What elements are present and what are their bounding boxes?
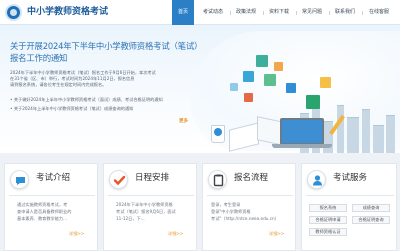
chat-bubble-icon	[10, 170, 29, 189]
nav-exam-news[interactable]: 考试动态	[200, 0, 226, 25]
site-title: 中小学教师资格考试	[27, 7, 109, 17]
cube-icon	[274, 62, 283, 71]
nav-policies[interactable]: 政策法规	[233, 0, 259, 25]
news-link[interactable]: • 关于2024年上半年中小学教师资格考试（笔试）成绩查询的通知	[10, 106, 133, 112]
logo-icon	[5, 4, 22, 21]
cube-icon	[320, 77, 331, 88]
card-more-link[interactable]: 详细>>	[69, 231, 84, 237]
card-text: 通过实施教师资格考试，考	[17, 202, 68, 207]
nav-online-service[interactable]: 在线客服	[365, 0, 393, 25]
card-text: 查申请人是否具备教师职业的	[17, 209, 72, 214]
cube-icon	[243, 71, 254, 82]
cube-icon	[230, 83, 238, 91]
building-shape	[386, 115, 395, 153]
cube-icon	[264, 74, 276, 86]
card-divider	[108, 195, 194, 196]
building-shape	[337, 105, 344, 153]
site-header: 中小学教师资格考试 首页 考试动态 政策法规 资料下载 常见问题 联系我们 在线…	[0, 0, 400, 27]
certificate-apply-button[interactable]: 合格证明申请	[309, 216, 347, 224]
card-more-link[interactable]: 详细>>	[269, 231, 284, 237]
card-more-link[interactable]: 详细>>	[168, 231, 183, 237]
headline-link[interactable]: 关于开展2024年下半年中小学教师资格考试（笔试）报名工作的通知	[10, 40, 210, 64]
card-divider	[9, 195, 95, 196]
news-link[interactable]: • 关于做好2024年上半年中小学教师资格考试（面试）成绩、考试合格证明的通知	[10, 97, 163, 103]
card-text: 基本素养、教育教学能力...	[17, 216, 68, 221]
nav-home[interactable]: 首页	[172, 0, 194, 27]
nav-faq[interactable]: 常见问题	[299, 0, 325, 25]
nav-separator	[263, 11, 264, 15]
laptop-icon	[280, 118, 324, 145]
card-text: 登录，考生登录	[211, 202, 241, 207]
checkmark-icon	[109, 170, 128, 189]
cube-icon	[306, 95, 320, 109]
certificate-query-button[interactable]: 合格证明查询	[352, 216, 390, 224]
nav-separator	[329, 11, 330, 15]
card-schedule[interactable]: 日程安排 2024年下半年中小学教师资格 考试（笔试）报名9月6日，面试 11-…	[103, 163, 197, 251]
card-title: 日程安排	[135, 173, 170, 183]
person-icon	[307, 170, 326, 189]
card-divider	[306, 195, 394, 196]
nav-separator	[230, 11, 231, 15]
building-shape	[323, 121, 333, 153]
building-shape	[362, 109, 370, 153]
card-title: 考试介绍	[36, 173, 71, 183]
news-link-label: 关于做好2024年上半年中小学教师资格考试（面试）成绩、考试合格证明的通知	[13, 97, 163, 102]
nav-separator	[362, 11, 363, 15]
banner-paragraph: 请到报名系统，请各位考生在规定时间内完成报名。	[10, 82, 107, 87]
card-exam-services: 考试服务 报名系统 成绩查询 合格证明申请 合格证明查询 教师资格认证	[301, 163, 397, 251]
card-text: 2024年下半年中小学教师资格	[116, 202, 173, 207]
laptop-base-icon	[272, 144, 332, 148]
card-registration-process[interactable]: 报名流程 登录，考生登录 登录"中小学教师资格 考试"（http://ntce.…	[202, 163, 296, 251]
cube-icon	[256, 55, 268, 67]
card-text: 登录"中小学教师资格	[211, 209, 251, 214]
card-divider	[207, 195, 293, 196]
clipboard-icon	[208, 170, 227, 189]
nav-contact[interactable]: 联系我们	[332, 0, 358, 25]
building-shape	[373, 125, 384, 153]
services-section: 考试介绍 通过实施教师资格考试，考 查申请人是否具备教师职业的 基本素养、教育教…	[0, 153, 400, 251]
cube-icon	[286, 83, 296, 93]
card-title: 报名流程	[234, 173, 269, 183]
more-link[interactable]: 更多	[179, 118, 188, 124]
card-text: 考试"（http://ntce.neea.edu.cn）	[211, 216, 279, 221]
card-text: 考试（笔试）报名9月6日，面试	[116, 209, 176, 214]
registration-system-button[interactable]: 报名系统	[309, 204, 347, 212]
teacher-cert-button[interactable]: 教师资格认证	[309, 228, 347, 236]
hero-banner: 关于开展2024年下半年中小学教师资格考试（笔试）报名工作的通知 2024年下半…	[0, 25, 400, 153]
cup-icon	[211, 125, 225, 143]
news-link-label: 关于2024年上半年中小学教师资格考试（笔试）成绩查询的通知	[13, 106, 134, 111]
card-title: 考试服务	[333, 173, 368, 183]
nav-separator	[296, 11, 297, 15]
building-shape	[347, 117, 359, 153]
cube-icon	[244, 93, 253, 102]
card-exam-intro[interactable]: 考试介绍 通过实施教师资格考试，考 查申请人是否具备教师职业的 基本素养、教育教…	[4, 163, 98, 251]
score-query-button[interactable]: 成绩查询	[352, 204, 390, 212]
nav-downloads[interactable]: 资料下载	[266, 0, 292, 25]
card-text: 11-12日，下...	[116, 216, 145, 221]
